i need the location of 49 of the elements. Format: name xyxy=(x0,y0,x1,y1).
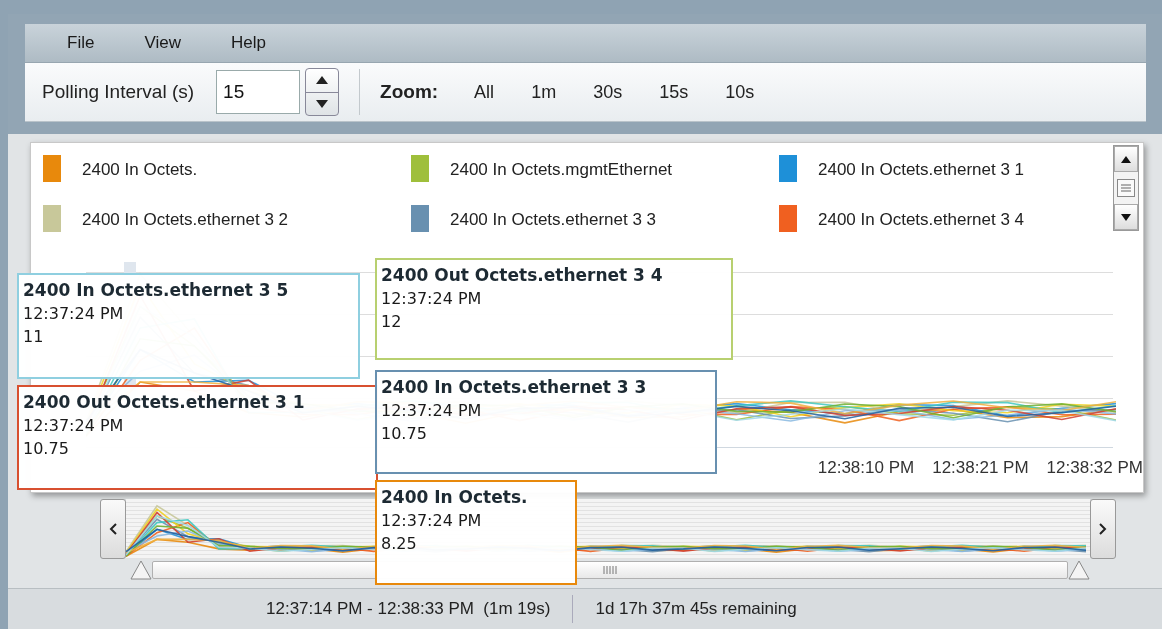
legend-label: 2400 In Octets. xyxy=(82,159,198,180)
down-arrow-icon xyxy=(1121,213,1131,221)
menu-item[interactable]: Help xyxy=(230,33,288,53)
down-arrow-icon xyxy=(316,99,329,108)
chevron-left-icon xyxy=(109,523,117,535)
tooltip-title: 2400 Out Octets.ethernet 3 4 xyxy=(381,265,664,285)
tooltip-title: 2400 In Octets.ethernet 3 3 xyxy=(381,377,648,397)
remaining-time-text: 1d 17h 37m 45s remaining xyxy=(595,599,797,619)
menu-item[interactable]: File xyxy=(67,33,117,53)
up-arrow-icon xyxy=(1121,155,1131,163)
tooltip-value: 11 xyxy=(23,327,45,346)
zoom-option[interactable]: 1m xyxy=(531,81,557,103)
scroll-left-button[interactable] xyxy=(100,499,126,559)
x-axis-label: 12:38:32 PM xyxy=(1046,458,1143,478)
tooltip-value: 8.25 xyxy=(381,534,418,553)
polling-interval-field[interactable]: 15 xyxy=(216,70,301,114)
tooltip-value: 12 xyxy=(381,312,403,331)
legend-label: 2400 In Octets.ethernet 3 2 xyxy=(82,209,289,230)
menu-item[interactable]: View xyxy=(144,33,203,53)
tooltip-title: 2400 In Octets.ethernet 3 5 xyxy=(23,280,290,300)
chevron-right-icon xyxy=(1099,523,1107,535)
time-range-text: 12:37:14 PM - 12:38:33 PM (1m 19s) xyxy=(266,599,551,619)
tooltip-value: 10.75 xyxy=(381,424,428,443)
scroll-up-button[interactable] xyxy=(1114,146,1138,172)
zoom-option[interactable]: All xyxy=(474,81,495,103)
legend-label: 2400 In Octets.ethernet 3 4 xyxy=(818,209,1025,230)
scroll-down-button[interactable] xyxy=(1114,204,1138,230)
scroll-thumb[interactable] xyxy=(1117,179,1135,197)
zoom-label: Zoom: xyxy=(380,81,439,103)
x-axis-label: 12:38:21 PM xyxy=(932,458,1029,478)
grip-icon xyxy=(603,566,617,574)
tooltip-time: 12:37:24 PM xyxy=(381,289,483,308)
tooltip-time: 12:37:24 PM xyxy=(23,416,125,435)
legend-label: 2400 In Octets.ethernet 3 1 xyxy=(818,159,1025,180)
tooltip-time: 12:37:24 PM xyxy=(23,304,125,323)
polling-interval-label: Polling Interval (s) xyxy=(42,81,195,103)
tooltip-value: 10.75 xyxy=(23,439,70,458)
scroll-right-button[interactable] xyxy=(1090,499,1116,559)
legend-label: 2400 In Octets.mgmtEthernet xyxy=(450,159,673,180)
tooltip-time: 12:37:24 PM xyxy=(381,401,483,420)
up-arrow-icon xyxy=(316,76,329,85)
zoom-option[interactable]: 10s xyxy=(725,81,755,103)
tooltip-time: 12:37:24 PM xyxy=(381,511,483,530)
zoom-option[interactable]: 30s xyxy=(593,81,623,103)
zoom-option[interactable]: 15s xyxy=(659,81,689,103)
legend-label: 2400 In Octets.ethernet 3 3 xyxy=(450,209,657,230)
x-axis-label: 12:38:10 PM xyxy=(817,458,915,478)
tooltip-title: 2400 In Octets. xyxy=(381,487,529,507)
tooltip-title: 2400 Out Octets.ethernet 3 1 xyxy=(23,392,306,412)
